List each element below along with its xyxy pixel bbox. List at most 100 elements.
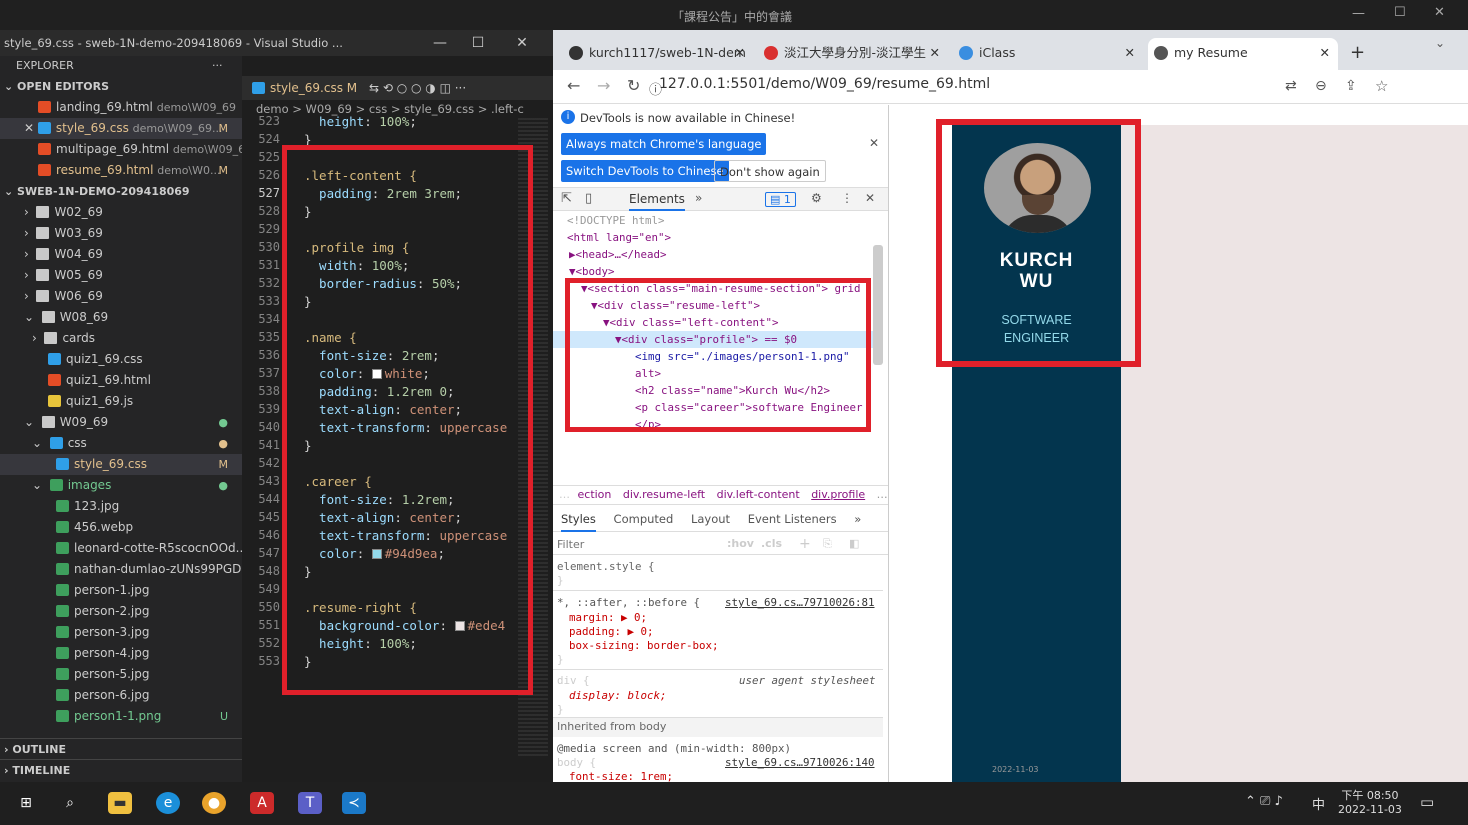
crumb-item-active[interactable]: div.profile [811, 488, 865, 501]
open-editor-item-active[interactable]: ✕ style_69.css demo\W09_69... M [0, 118, 242, 139]
search-icon[interactable]: ⌕ [58, 792, 82, 814]
sidebar-toggle-icon[interactable]: ◧ [849, 533, 859, 555]
close-notice-icon[interactable]: ✕ [869, 136, 879, 150]
editor-actions-icon[interactable]: ⇆ ⟲ ○ ○ ◑ ◫ ··· [369, 81, 466, 95]
crumb-item[interactable]: div.left-content [717, 488, 800, 501]
crumb-item[interactable]: … [877, 488, 888, 501]
browser-tab[interactable]: kurch1117/sweb-1N-dem ✕ [563, 38, 753, 70]
maximize-icon[interactable]: ☐ [458, 30, 498, 56]
close-tab-icon[interactable]: ✕ [930, 38, 940, 68]
file-explorer-icon[interactable]: ▬ [108, 792, 132, 814]
windows-start-icon[interactable]: ⊞ [14, 792, 38, 814]
chrome-icon[interactable]: ● [202, 792, 226, 814]
rule-property[interactable]: font-size: 1rem; [569, 770, 673, 782]
tab-elements[interactable]: Elements [629, 192, 685, 211]
tree-file[interactable]: person-1.jpg [0, 580, 242, 601]
tray-icons[interactable]: ⌃ ⎚ ♪ [1245, 794, 1283, 809]
dom-node[interactable]: ▶<head>…</head> [553, 246, 873, 263]
tree-folder[interactable]: › W02_69 [0, 202, 242, 223]
cls-toggle[interactable]: .cls [761, 533, 782, 555]
rule-property[interactable]: box-sizing: border-box; [569, 639, 719, 652]
crumb-item[interactable]: ection [578, 488, 612, 501]
clock[interactable]: 下午 08:50 2022-11-03 [1338, 787, 1402, 816]
tree-folder[interactable]: › W04_69 [0, 244, 242, 265]
tree-file[interactable]: quiz1_69.html [0, 370, 242, 391]
tab-search-icon[interactable]: ⌄ [1435, 36, 1445, 50]
outline-section[interactable]: › OUTLINE [0, 738, 242, 759]
vscode-icon[interactable]: ≺ [342, 792, 366, 814]
tree-file[interactable]: 456.webp [0, 517, 242, 538]
tree-file-active[interactable]: style_69.css M [0, 454, 242, 475]
tree-folder-open[interactable]: ⌄ images ● [0, 475, 242, 496]
element-state-icon[interactable]: ⎘ [823, 533, 832, 555]
acrobat-icon[interactable]: A [250, 792, 274, 814]
tree-folder-open[interactable]: ⌄ css ● [0, 433, 242, 454]
tree-file[interactable]: person-3.jpg [0, 622, 242, 643]
close-devtools-icon[interactable]: ✕ [865, 191, 875, 205]
open-editor-item[interactable]: landing_69.html demo\W09_69 [0, 97, 242, 118]
tree-file[interactable]: person-5.jpg [0, 664, 242, 685]
teams-icon[interactable]: T [298, 792, 322, 814]
new-tab-icon[interactable]: + [1350, 42, 1365, 63]
more-options-icon[interactable]: ⋮ [841, 191, 853, 205]
open-editor-item[interactable]: resume_69.html demo\W0... M [0, 160, 242, 181]
minimize-icon[interactable]: — [420, 30, 460, 56]
rule-source-link[interactable]: style_69.cs…9710026:140 [725, 756, 875, 769]
back-icon[interactable]: ← [567, 76, 580, 95]
timeline-section[interactable]: › TIMELINE [0, 759, 242, 780]
new-rule-icon[interactable]: + [799, 533, 811, 555]
crumb-item[interactable]: div.resume-left [623, 488, 705, 501]
browser-tab[interactable]: iClass ✕ [953, 38, 1143, 70]
tree-file[interactable]: leonard-cotte-R5scocnOOd... [0, 538, 242, 559]
open-editors-section[interactable]: ⌄ OPEN EDITORS [0, 76, 242, 97]
tree-folder[interactable]: › cards [0, 328, 242, 349]
tree-folder-open[interactable]: ⌄ W09_69 ● [0, 412, 242, 433]
tree-folder[interactable]: › W06_69 [0, 286, 242, 307]
notification-icon[interactable]: ▭ [1420, 793, 1434, 811]
tree-file[interactable]: quiz1_69.css [0, 349, 242, 370]
maximize-icon[interactable]: ☐ [1394, 5, 1406, 20]
close-tab-icon[interactable]: ✕ [1125, 38, 1135, 68]
more-icon[interactable]: ··· [212, 56, 223, 76]
close-tab-icon[interactable]: ✕ [1320, 38, 1330, 68]
tree-folder[interactable]: › W05_69 [0, 265, 242, 286]
close-tab-icon[interactable]: ✕ [735, 38, 745, 68]
dom-node[interactable]: <!DOCTYPE html> [553, 212, 873, 229]
zoom-icon[interactable]: ⊖ [1315, 78, 1327, 94]
tab-styles[interactable]: Styles [561, 512, 596, 532]
hov-toggle[interactable]: :hov [727, 533, 754, 555]
tab-event-listeners[interactable]: Event Listeners [748, 512, 837, 526]
styles-filter-input[interactable] [557, 536, 707, 552]
tree-folder-open[interactable]: ⌄ W08_69 [0, 307, 242, 328]
rule-source-link[interactable]: style_69.cs…79710026:81 [725, 596, 875, 609]
url-input[interactable]: 127.0.0.1:5501/demo/W09_69/resume_69.htm… [659, 76, 990, 92]
minimize-icon[interactable]: — [1352, 6, 1365, 21]
edge-icon[interactable]: e [156, 792, 180, 814]
tree-file[interactable]: person-6.jpg [0, 685, 242, 706]
translate-icon[interactable]: ⇄ [1285, 78, 1297, 94]
more-panes-icon[interactable]: » [854, 512, 861, 526]
tree-file[interactable]: person-4.jpg [0, 643, 242, 664]
close-icon[interactable]: ✕ [1434, 5, 1445, 20]
settings-gear-icon[interactable]: ⚙ [811, 191, 822, 205]
reload-icon[interactable]: ↻ [627, 76, 640, 95]
rule-property[interactable]: padding: ▶ 0; [569, 625, 654, 638]
open-editor-item[interactable]: multipage_69.html demo\W09_69 [0, 139, 242, 160]
crumb-item[interactable]: … [559, 488, 570, 501]
dom-node[interactable]: <html lang="en"> [553, 229, 873, 246]
inspect-icon[interactable]: ⇱ [561, 191, 572, 206]
rule-property[interactable]: margin: ▶ 0; [569, 611, 647, 624]
tab-computed[interactable]: Computed [614, 512, 674, 526]
bookmark-star-icon[interactable]: ☆ [1375, 77, 1388, 95]
tree-file[interactable]: person-2.jpg [0, 601, 242, 622]
device-icon[interactable]: ▯ [585, 191, 592, 206]
workspace-section[interactable]: ⌄ SWEB-1N-DEMO-209418069 [0, 181, 242, 202]
browser-tab[interactable]: 淡江大學身分別-淡江學生 ✕ [758, 38, 948, 70]
switch-chinese-button[interactable]: Switch DevTools to Chinese [561, 160, 729, 182]
ime-indicator[interactable]: 中 [1312, 794, 1325, 813]
close-icon[interactable]: ✕ [502, 30, 542, 56]
browser-tab-active[interactable]: my Resume ✕ [1148, 38, 1338, 70]
dom-scrollbar[interactable] [873, 245, 883, 365]
tab-layout[interactable]: Layout [691, 512, 730, 526]
tree-file[interactable]: person1-1.png U [0, 706, 242, 727]
